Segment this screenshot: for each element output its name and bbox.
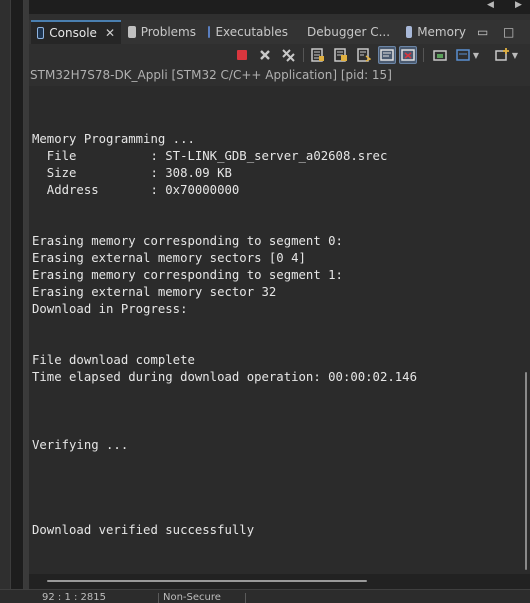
scroll-left-icon[interactable]: ◀ <box>487 0 494 10</box>
cursor-position: 92 : 1 : 2815 <box>42 592 106 603</box>
tab-console[interactable]: Console ✕ <box>31 20 121 44</box>
console-line: Erasing memory corresponding to segment … <box>32 268 343 282</box>
console-line: Erasing external memory sector 32 <box>32 285 277 299</box>
display-console-icon <box>456 49 470 61</box>
status-divider <box>245 593 246 603</box>
toolbar-separator <box>423 48 424 62</box>
editor-gutter <box>10 0 24 603</box>
console-line: File download complete <box>32 353 195 367</box>
console-output[interactable]: Memory Programming ... File : ST-LINK_GD… <box>29 86 522 574</box>
terminate-button[interactable] <box>233 46 251 64</box>
console-line: Erasing external memory sectors [0 4] <box>32 251 306 265</box>
show-on-error-button[interactable] <box>399 46 417 64</box>
new-console-button[interactable] <box>493 46 511 64</box>
clear-console-icon <box>311 48 324 62</box>
status-bar: 92 : 1 : 2815 Non-Secure <box>0 589 530 603</box>
remove-launch-icon <box>260 50 270 60</box>
console-toolbar: ▼ ▼ <box>29 44 530 66</box>
executables-icon <box>208 26 211 38</box>
new-console-icon <box>495 48 509 61</box>
view-tabbar: Console ✕ Problems Executables Debugger … <box>29 20 530 44</box>
display-console-button[interactable] <box>454 46 472 64</box>
pin-console-button[interactable] <box>431 46 449 64</box>
word-wrap-button[interactable] <box>355 46 373 64</box>
vertical-scrollbar-thumb[interactable] <box>525 372 527 570</box>
security-state: Non-Secure <box>163 592 221 603</box>
tab-problems[interactable]: Problems <box>122 20 202 44</box>
clear-console-button[interactable] <box>309 46 327 64</box>
top-scroll-strip: ◀ ▶ <box>29 0 530 14</box>
tab-executables[interactable]: Executables <box>202 20 294 44</box>
toolbar-separator <box>303 48 304 62</box>
remove-all-terminated-icon <box>282 49 295 62</box>
tab-problems-label: Problems <box>140 25 196 39</box>
tab-debugger-console-label: Debugger C... <box>307 25 391 39</box>
console-line: Size : 308.09 KB <box>32 166 232 180</box>
memory-icon <box>406 26 413 38</box>
vertical-scrollbar[interactable] <box>522 86 530 574</box>
show-on-output-button[interactable] <box>378 46 396 64</box>
console-line: Verifying ... <box>32 438 129 452</box>
console-line: Download verified successfully <box>32 523 255 537</box>
problems-icon <box>128 26 136 38</box>
tab-memory-label: Memory <box>417 25 466 39</box>
remove-all-terminated-button[interactable] <box>279 46 297 64</box>
console-line: Address : 0x70000000 <box>32 183 240 197</box>
tab-executables-label: Executables <box>215 25 288 39</box>
console-line: Time elapsed during download operation: … <box>32 370 417 384</box>
scroll-lock-icon <box>334 48 347 62</box>
console-line: Erasing memory corresponding to segment … <box>32 234 343 248</box>
close-icon[interactable]: ✕ <box>105 26 115 40</box>
horizontal-scrollbar-thumb[interactable] <box>47 580 367 582</box>
console-process-title: STM32H7S78-DK_Appli [STM32 C/C++ Applica… <box>30 68 392 82</box>
horizontal-scrollbar[interactable] <box>29 574 530 589</box>
remove-launch-button[interactable] <box>256 46 274 64</box>
word-wrap-icon <box>357 48 371 62</box>
chevron-down-icon[interactable]: ▼ <box>471 46 481 64</box>
console-line: Download in Progress: <box>32 302 188 316</box>
tab-debugger-console[interactable]: Debugger C... <box>296 20 396 44</box>
console-view-panel: Console ✕ Problems Executables Debugger … <box>29 14 530 589</box>
maximize-icon[interactable]: □ <box>499 20 521 44</box>
console-icon <box>37 27 45 39</box>
tab-memory[interactable]: Memory <box>400 20 472 44</box>
terminate-icon <box>237 50 247 60</box>
scroll-lock-button[interactable] <box>332 46 350 64</box>
show-on-output-icon <box>380 49 394 61</box>
tab-console-label: Console <box>49 26 97 40</box>
scroll-right-icon[interactable]: ▶ <box>515 0 522 10</box>
show-on-error-icon <box>401 49 415 61</box>
chevron-down-icon[interactable]: ▼ <box>510 46 520 64</box>
console-line: File : ST-LINK_GDB_server_a02608.srec <box>32 149 388 163</box>
status-divider <box>158 593 159 603</box>
console-line: Memory Programming ... <box>32 132 195 146</box>
minimize-icon[interactable]: ▭ <box>473 20 495 44</box>
pin-console-icon <box>433 50 447 61</box>
